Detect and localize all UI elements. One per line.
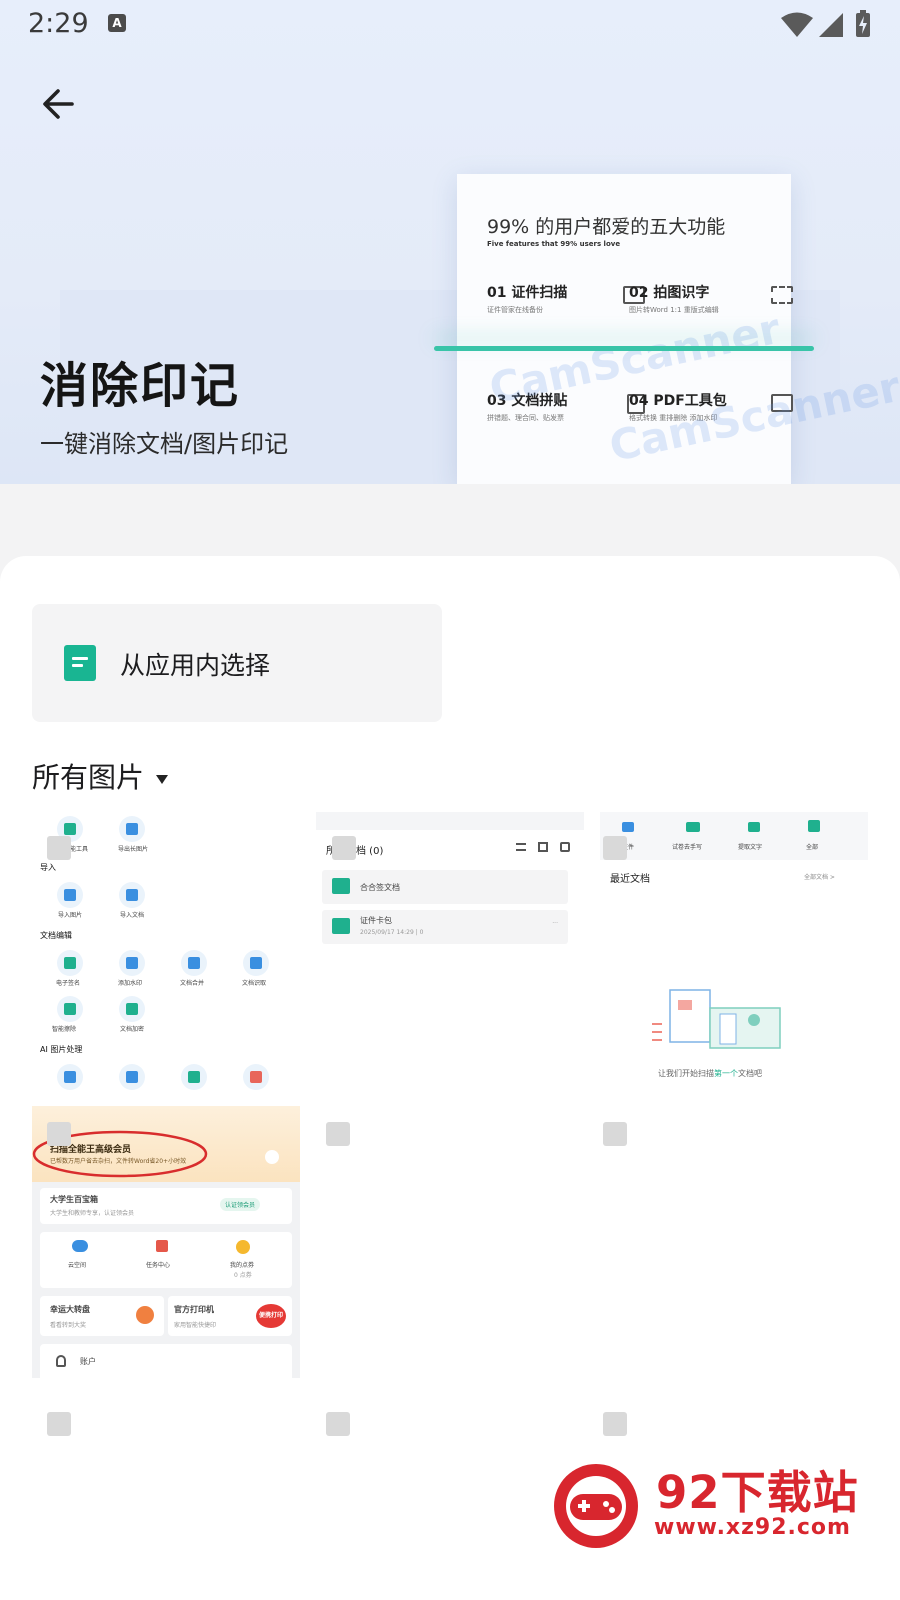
tool-label: 文档加密	[120, 1026, 145, 1033]
thumb-topbar	[316, 812, 584, 830]
student-card: 大学生百宝箱 大学生和教师专享，认证领会员 认证领会员	[40, 1188, 292, 1224]
wheel-icon	[136, 1306, 154, 1324]
user-icon	[56, 1355, 66, 1367]
caret-down-icon	[156, 774, 169, 784]
folder-icon	[332, 918, 350, 934]
back-arrow-icon[interactable]	[38, 84, 78, 124]
tool-label: 文档合并	[180, 980, 205, 987]
id-scan-icon	[622, 822, 634, 832]
lucky-wheel-card: 幸运大转盘 看看转到大奖	[40, 1296, 164, 1336]
battery-icon	[856, 10, 870, 37]
recent-docs-title: 最近文档	[610, 874, 650, 885]
pick-from-app-label: 从应用内选择	[120, 651, 271, 680]
tool-label: 导入图片	[58, 912, 83, 919]
folder-row: 合合签文档	[322, 870, 568, 904]
feature-banner: 99% 的用户都爱的五大功能 Five features that 99% us…	[0, 0, 900, 484]
empty-hint: 让我们开始扫描第一个文档吧	[658, 1069, 762, 1078]
select-checkbox[interactable]	[47, 1122, 71, 1146]
lock-icon	[119, 996, 145, 1022]
photo-thumbnail-1[interactable]: 全部智能工具 导出长图片 导入 导入图片 导入文档 文档编辑 电子签名 添加水印…	[32, 812, 300, 1100]
stamp-icon	[119, 950, 145, 976]
signal-icon	[819, 13, 843, 37]
status-time: 2:29	[28, 8, 89, 39]
xz92-logo-icon	[554, 1464, 638, 1548]
empty-illustration	[652, 989, 781, 1049]
album-selector[interactable]: 所有图片	[32, 756, 169, 796]
task-icon	[156, 1240, 168, 1252]
section-ai-image: AI 图片处理	[40, 1045, 83, 1054]
status-bar: 2:29 A	[0, 0, 900, 50]
tool-label: 添加水印	[118, 980, 143, 987]
tool-label: 导入文档	[120, 912, 145, 919]
select-checkbox[interactable]	[47, 836, 71, 860]
extract-icon	[243, 950, 269, 976]
tool-label: 智能擦除	[52, 1026, 77, 1033]
banner-subtitle: 一键消除文档/图片印记	[40, 430, 289, 458]
import-image-icon	[57, 882, 83, 908]
ai-icon	[181, 1064, 207, 1090]
tab-strip: 扫描证件 试卷去手写 提取文字 全部	[600, 812, 868, 860]
album-label: 所有图片	[32, 761, 145, 794]
ai-icon	[243, 1064, 269, 1090]
document-icon	[64, 645, 96, 681]
cloud-icon	[72, 1240, 88, 1252]
coupon-icon	[236, 1240, 250, 1254]
select-checkbox[interactable]	[603, 1412, 627, 1436]
sign-icon	[57, 950, 83, 976]
folder-row: 证件卡包 2025/09/17 14:29 | 0 ···	[322, 910, 568, 944]
banner-title: 消除印记	[40, 358, 241, 414]
tool-label: 文档识取	[242, 980, 267, 987]
keyboard-a-icon: A	[108, 14, 126, 32]
promo-card-title: 99% 的用户都爱的五大功能	[487, 216, 726, 238]
shortcut-grid: 云空间 任务中心 我的点券 0 点券	[40, 1232, 292, 1288]
select-checkbox[interactable]	[326, 1122, 350, 1146]
photo-thumbnail-3[interactable]: 扫描证件 试卷去手写 提取文字 全部 最近文档 全部文档 > 让我们开始扫描第一…	[600, 812, 868, 1100]
select-checkbox[interactable]	[332, 836, 356, 860]
select-checkbox[interactable]	[603, 1122, 627, 1146]
photo-thumbnail-4[interactable]: 扫描全能王高级会员 已帮数万用户省去杂扫，文件转Word省20+小时效 大学生百…	[32, 1106, 300, 1378]
pick-from-app-button[interactable]: 从应用内选择	[32, 604, 442, 722]
erase-icon	[57, 996, 83, 1022]
feature-id-scan: 01 证件扫描 证件管家在线备份	[487, 282, 645, 315]
all-icon	[808, 820, 820, 832]
promo-card-subtitle: Five features that 99% users love	[487, 240, 621, 248]
photo-thumbnail-2[interactable]: 所有文档 (0) 合合签文档 证件卡包 2025/09/17 14:29 | 0…	[316, 812, 584, 1100]
section-import: 导入	[40, 863, 56, 872]
grid-icon	[538, 842, 548, 852]
image-icon	[119, 816, 145, 842]
vip-card: 扫描全能王高级会员 已帮数万用户省去杂扫，文件转Word省20+小时效	[32, 1106, 300, 1182]
select-checkbox[interactable]	[326, 1412, 350, 1436]
select-checkbox[interactable]	[603, 836, 627, 860]
printer-card: 官方打印机 家用智能快捷印 便携打印	[168, 1296, 292, 1336]
xz92-logo-url: www.xz92.com	[654, 1515, 851, 1540]
chevron-right-icon	[265, 1150, 279, 1164]
all-docs-link: 全部文档 >	[804, 874, 835, 881]
more-icon: ···	[552, 920, 558, 927]
xz92-logo-text: 92下载站	[656, 1466, 859, 1519]
ai-icon	[119, 1064, 145, 1090]
paper-icon	[686, 822, 700, 832]
wifi-icon	[781, 12, 813, 37]
promo-card: 99% 的用户都爱的五大功能 Five features that 99% us…	[457, 174, 900, 484]
tool-label: 电子签名	[56, 980, 81, 987]
text-scan-icon	[771, 286, 793, 304]
import-doc-icon	[119, 882, 145, 908]
merge-icon	[181, 950, 207, 976]
ai-icon	[57, 1064, 83, 1090]
section-doc-edit: 文档编辑	[40, 931, 72, 940]
text-icon	[748, 822, 760, 832]
print-badge: 便携打印	[256, 1304, 286, 1328]
sort-icon	[516, 843, 526, 851]
scan-line	[434, 346, 814, 351]
select-icon	[560, 842, 570, 852]
select-checkbox[interactable]	[47, 1412, 71, 1436]
account-row: 账户	[40, 1344, 292, 1378]
folder-icon	[332, 878, 350, 894]
tool-label: 导出长图片	[118, 846, 149, 853]
